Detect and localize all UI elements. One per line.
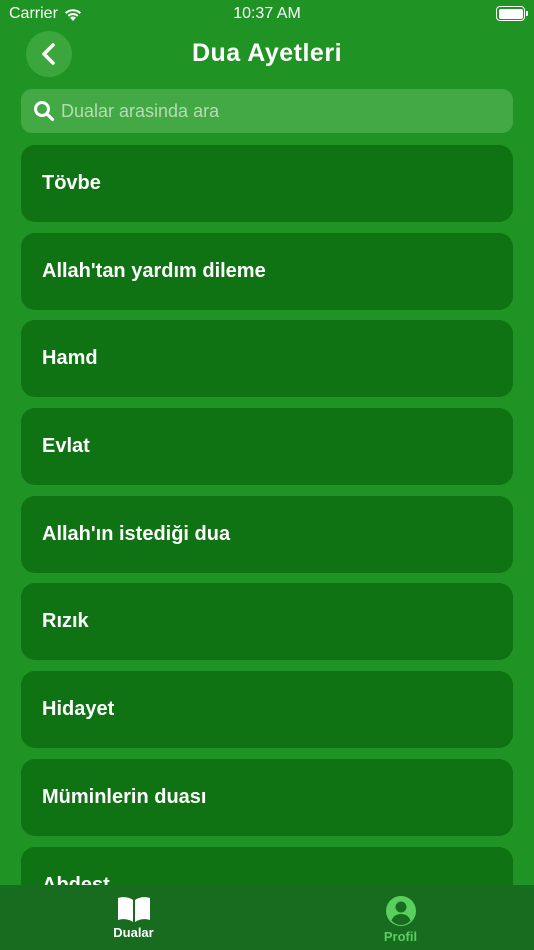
page-title: Dua Ayetleri [191,39,343,67]
search-icon [33,100,55,122]
list-item-label: Allah'ın istediği dua [42,522,231,545]
list-item-label: Hidayet [42,698,115,721]
tab-profil[interactable]: Profil [267,885,534,950]
search-input[interactable] [61,100,513,122]
list-item-hamd[interactable]: Hamd [21,320,513,398]
list-item-hidayet[interactable]: Hidayet [21,671,513,749]
tab-bar: Dualar Profil [0,885,534,950]
battery-level [498,8,523,19]
list-item-muminlerin-duasi[interactable]: Müminlerin duası [21,758,513,836]
list-item-yardim-dileme[interactable]: Allah'tan yardım dileme [21,232,513,310]
battery-icon [496,6,528,21]
status-time: 10:37 AM [233,5,301,22]
person-icon [385,896,416,926]
list-item-rizik[interactable]: Rızık [21,583,513,661]
list-item-label: Abdest [42,873,110,886]
list-item-istedigi-dua[interactable]: Allah'ın istediği dua [21,495,513,573]
list-item-label: Rızık [42,610,89,633]
dua-list: Tövbe Allah'tan yardım dileme Hamd Evlat… [21,145,513,885]
list-item-label: Müminlerin duası [42,785,207,808]
list-item-label: Tövbe [42,172,101,194]
list-item-tovbe[interactable]: Tövbe [21,145,513,222]
list-item-label: Hamd [42,347,98,370]
tab-dualar[interactable]: Dualar [0,885,267,950]
list-item-evlat[interactable]: Evlat [21,408,513,486]
list-item-label: Allah'tan yardım dileme [42,259,266,282]
tab-label: Dualar [113,925,154,940]
tab-label: Profil [383,929,418,944]
status-bar: Carrier 10:37 AM [0,0,534,30]
search-bar[interactable] [21,89,513,133]
book-icon [117,897,150,922]
navigation-header: Dua Ayetleri [0,30,534,80]
list-item-label: Evlat [42,435,90,458]
list-item-abdest[interactable]: Abdest [21,846,513,886]
